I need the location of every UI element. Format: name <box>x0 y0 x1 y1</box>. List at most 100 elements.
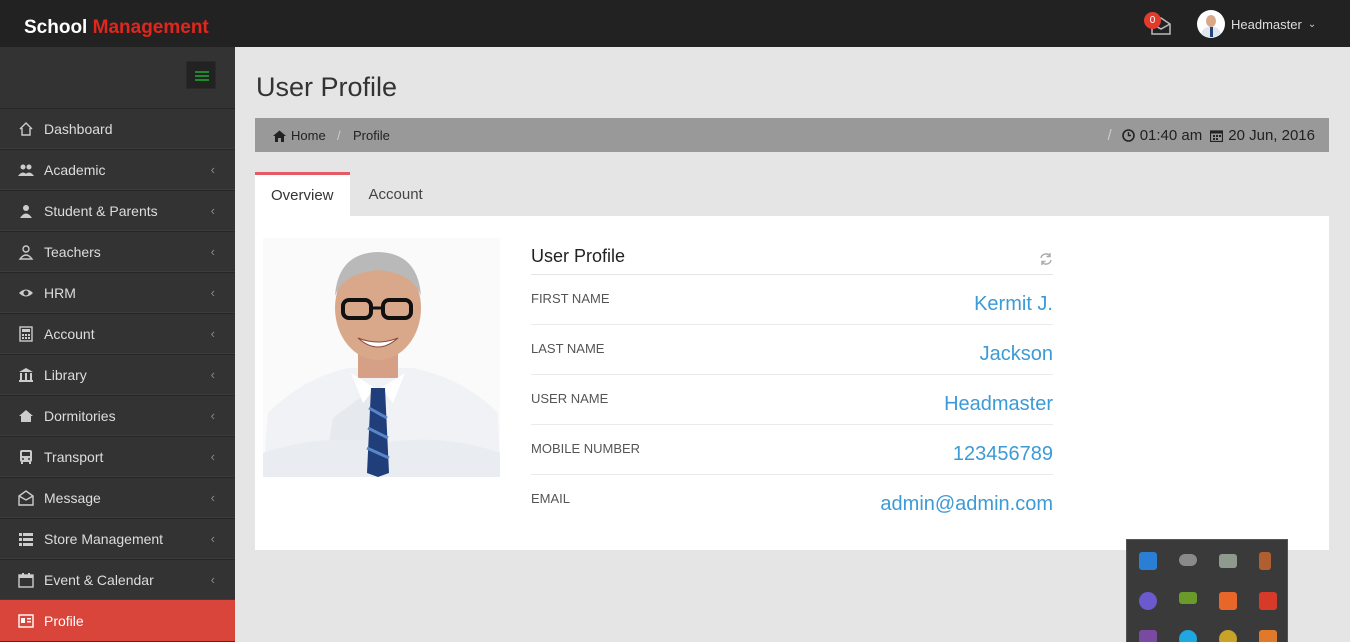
chevron-left-icon: ‹ <box>210 162 215 177</box>
profile-section-title: User Profile <box>531 240 1053 275</box>
sidebar-item-label: Dormitories <box>44 407 116 424</box>
clock-icon <box>1121 129 1135 142</box>
tab-overview[interactable]: Overview <box>255 172 350 216</box>
font-app-icon[interactable] <box>1259 592 1277 610</box>
page-title: User Profile <box>256 72 398 102</box>
field-value: Jackson <box>979 343 1053 365</box>
field-value: Headmaster <box>944 393 1053 415</box>
sidebar-toggle-button[interactable] <box>186 61 216 89</box>
calculator-icon <box>17 325 35 342</box>
chevron-left-icon: ‹ <box>210 203 215 218</box>
sidebar-item-label: Student & Parents <box>44 202 158 219</box>
sidebar-item-academic[interactable]: Academic ‹ <box>0 149 235 190</box>
layers-icon[interactable] <box>1179 592 1197 604</box>
profile-row-last-name: LAST NAME Jackson <box>531 325 1053 375</box>
sidebar-menu: Dashboard Academic ‹ Student & Parents ‹… <box>0 108 235 641</box>
field-value: admin@admin.com <box>880 493 1053 515</box>
profile-tabs: Overview Account <box>255 172 442 216</box>
sidebar-item-label: Dashboard <box>44 120 113 137</box>
calendar-icon <box>17 572 35 588</box>
profile-row-mobile-number: MOBILE NUMBER 123456789 <box>531 425 1053 475</box>
field-label: EMAIL <box>531 491 571 506</box>
refresh-icon[interactable] <box>1039 252 1053 266</box>
chevron-left-icon: ‹ <box>210 285 215 300</box>
avatar <box>1197 10 1225 38</box>
time-text: 01:40 am <box>1139 127 1203 144</box>
sidebar-item-event-calendar[interactable]: Event & Calendar ‹ <box>0 559 235 600</box>
drive-check-icon[interactable] <box>1219 554 1237 568</box>
profile-row-email: EMAIL admin@admin.com <box>531 475 1053 525</box>
profile-section-title-text: User Profile <box>531 246 626 266</box>
user-menu[interactable]: Headmaster ⌄ <box>1197 10 1316 38</box>
eye-icon <box>17 285 35 301</box>
profile-photo <box>263 238 500 477</box>
speaker-icon[interactable] <box>1259 552 1271 570</box>
datetime-display: / 01:40 am 20 Jun, 2016 <box>1108 127 1315 144</box>
user-profile-info: User Profile FIRST NAME Kermit J. LAST N… <box>531 240 1053 525</box>
sidebar-item-label: Teachers <box>44 243 101 260</box>
sidebar: Dashboard Academic ‹ Student & Parents ‹… <box>0 47 235 642</box>
feather-icon[interactable] <box>1139 630 1157 642</box>
sidebar-item-account[interactable]: Account ‹ <box>0 313 235 354</box>
calendar-icon <box>1210 130 1224 142</box>
sidebar-item-profile[interactable]: Profile <box>0 600 235 641</box>
breadcrumb-separator: / <box>1107 127 1112 144</box>
sidebar-item-label: Profile <box>44 612 84 629</box>
flame-icon[interactable] <box>1259 630 1277 642</box>
sidebar-item-transport[interactable]: Transport ‹ <box>0 436 235 477</box>
sidebar-item-store-management[interactable]: Store Management ‹ <box>0 518 235 559</box>
breadcrumb-separator: / <box>337 128 341 143</box>
sidebar-item-library[interactable]: Library ‹ <box>0 354 235 395</box>
breadcrumb-home-link[interactable]: Home <box>273 128 326 143</box>
cloud-icon[interactable] <box>1179 554 1197 566</box>
chevron-left-icon: ‹ <box>210 367 215 382</box>
field-label: USER NAME <box>531 391 609 406</box>
messages-button[interactable]: 0 <box>1144 12 1174 36</box>
bus-icon <box>17 449 35 465</box>
skype-icon[interactable] <box>1179 630 1197 642</box>
sidebar-item-student-parents[interactable]: Student & Parents ‹ <box>0 190 235 231</box>
breadcrumb: Home / Profile / 01:40 am 20 Jun, 2016 <box>255 118 1329 152</box>
sidebar-item-teachers[interactable]: Teachers ‹ <box>0 231 235 272</box>
network-app-icon[interactable] <box>1139 552 1157 570</box>
profile-row-first-name: FIRST NAME Kermit J. <box>531 275 1053 325</box>
breadcrumb-current: Profile <box>353 128 390 143</box>
tab-account[interactable]: Account <box>350 172 442 216</box>
users-icon <box>17 162 35 178</box>
list-icon <box>17 531 35 547</box>
brand-logo[interactable]: School Management <box>24 17 209 39</box>
profile-panel: User Profile FIRST NAME Kermit J. LAST N… <box>255 216 1329 550</box>
chevron-left-icon: ‹ <box>210 572 215 587</box>
chevron-left-icon: ‹ <box>210 326 215 341</box>
profile-row-user-name: USER NAME Headmaster <box>531 375 1053 425</box>
chevron-left-icon: ‹ <box>210 490 215 505</box>
sidebar-item-message[interactable]: Message ‹ <box>0 477 235 518</box>
field-label: FIRST NAME <box>531 291 610 306</box>
field-value: 123456789 <box>952 443 1053 465</box>
bug-icon[interactable] <box>1219 630 1237 642</box>
torrent-icon[interactable] <box>1139 592 1157 610</box>
chevron-left-icon: ‹ <box>210 244 215 259</box>
system-tray-popup <box>1126 539 1288 642</box>
teacher-icon <box>17 244 35 260</box>
breadcrumb-home-label: Home <box>291 128 326 143</box>
brand-primary: School <box>24 17 88 38</box>
id-card-icon <box>17 613 35 629</box>
chevron-left-icon: ‹ <box>210 531 215 546</box>
brand-accent: Management <box>92 17 209 38</box>
xampp-icon[interactable] <box>1219 592 1237 610</box>
notification-badge: 0 <box>1144 12 1161 29</box>
sidebar-item-label: Event & Calendar <box>44 571 154 588</box>
top-navbar: School Management 0 Headmaster ⌄ <box>0 0 1350 47</box>
chevron-left-icon: ‹ <box>210 408 215 423</box>
house-icon <box>17 408 35 424</box>
sidebar-item-dashboard[interactable]: Dashboard <box>0 108 235 149</box>
sidebar-item-dormitories[interactable]: Dormitories ‹ <box>0 395 235 436</box>
home-icon <box>17 121 35 137</box>
sidebar-item-hrm[interactable]: HRM ‹ <box>0 272 235 313</box>
sidebar-item-label: Store Management <box>44 530 164 547</box>
user-icon <box>17 203 35 219</box>
home-icon <box>273 130 286 142</box>
date-text: 20 Jun, 2016 <box>1228 127 1315 144</box>
field-value: Kermit J. <box>974 293 1053 315</box>
